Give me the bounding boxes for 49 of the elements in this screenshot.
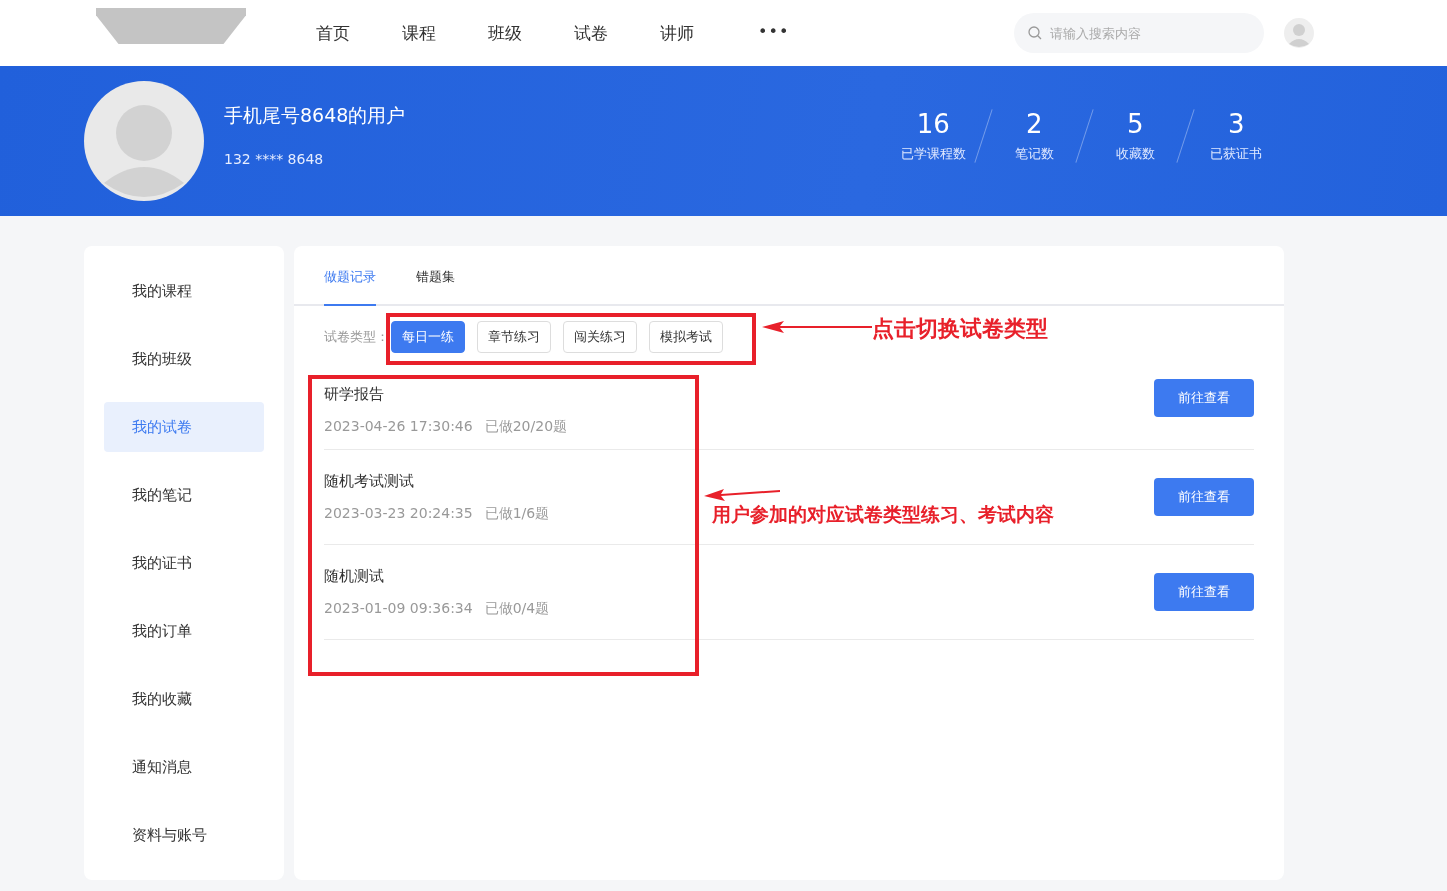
answered-count: 已做20/20题 — [484, 418, 568, 434]
record-title: 随机测试 — [324, 566, 385, 586]
stat-label: 已获证书 — [1209, 145, 1264, 163]
view-button[interactable]: 前往查看 — [1154, 573, 1254, 611]
stat-value: 16 — [915, 109, 951, 139]
stat-value: 3 — [1227, 109, 1246, 139]
nav-link[interactable]: 讲师 — [660, 21, 746, 45]
stat-label: 笔记数 — [1013, 145, 1055, 163]
avatar-icon[interactable] — [1284, 18, 1314, 48]
answered-count: 已做0/4题 — [484, 599, 550, 616]
view-button[interactable]: 前往查看 — [1154, 478, 1254, 516]
record-time: 2023-04-26 17:30:46 — [324, 418, 473, 434]
stat-value: 5 — [1126, 109, 1145, 139]
filter-button[interactable]: 每日一练 — [391, 321, 465, 353]
annotation-text: 点击切换试卷类型 — [872, 314, 1048, 343]
phone-number: 132 **** 8648 — [224, 151, 325, 167]
search-field[interactable]: 请输入搜索内容 — [1014, 13, 1264, 53]
stat-value: 2 — [1025, 109, 1044, 139]
sidebar-item[interactable]: 我的课程 — [104, 266, 264, 316]
sidebar-item[interactable]: 资料与账号 — [104, 810, 264, 860]
sidebar-item[interactable]: 我的订单 — [104, 606, 264, 656]
record-time: 2023-01-09 09:36:34 — [324, 599, 473, 616]
filter-button[interactable]: 闯关练习 — [563, 321, 637, 353]
nav-link[interactable]: 首页 — [316, 21, 402, 45]
annotation-text: 用户参加的对应试卷类型练习、考试内容 — [712, 502, 1054, 527]
sidebar-item[interactable]: 我的证书 — [104, 538, 264, 588]
stat-label: 已学课程数 — [899, 145, 967, 163]
tab[interactable]: 错题集 — [416, 268, 455, 306]
more-menu[interactable]: ••• — [758, 21, 844, 45]
nav-link[interactable]: 班级 — [488, 21, 574, 45]
nav-link[interactable]: 试卷 — [574, 21, 660, 45]
sidebar-item[interactable]: 我的笔记 — [104, 470, 264, 520]
sidebar-item[interactable]: 通知消息 — [104, 742, 264, 792]
record-title: 随机考试测试 — [324, 471, 415, 491]
tab[interactable]: 做题记录 — [324, 268, 376, 306]
answered-count: 已做1/6题 — [484, 504, 550, 521]
sidebar-item[interactable]: 我的班级 — [104, 334, 264, 384]
avatar-icon — [84, 81, 204, 201]
filter-button[interactable]: 模拟考试 — [649, 321, 723, 353]
sidebar-item[interactable]: 我的试卷 — [104, 402, 264, 452]
sidebar-item[interactable]: 我的收藏 — [104, 674, 264, 724]
stat-label: 收藏数 — [1114, 145, 1156, 163]
record-time: 2023-03-23 20:24:35 — [324, 504, 473, 521]
user-name: 手机尾号8648的用户 — [224, 103, 406, 128]
nav-link[interactable]: 课程 — [402, 21, 488, 45]
view-button[interactable]: 前往查看 — [1154, 379, 1254, 417]
record-title: 研学报告 — [324, 385, 385, 404]
filter-label: 试卷类型： — [324, 328, 389, 346]
filter-button[interactable]: 章节练习 — [477, 321, 551, 353]
